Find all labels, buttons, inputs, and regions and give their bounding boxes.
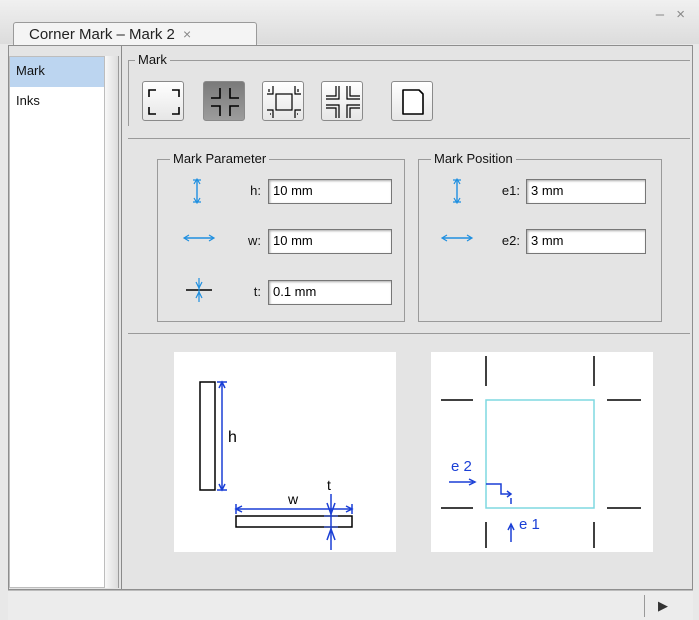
- corner-mark-grid-icon: [326, 86, 360, 118]
- page-shape-icon: [402, 89, 424, 115]
- corner-mark-simple-button[interactable]: [142, 81, 184, 121]
- h-diagram-label: h: [228, 429, 237, 446]
- t-input[interactable]: 0.1 mm: [268, 280, 392, 305]
- divider: [128, 333, 690, 334]
- corner-mark-simple-icon: [148, 89, 180, 115]
- h-label: h:: [250, 183, 261, 198]
- e1-diagram-label: e 1: [519, 516, 540, 533]
- mark-parameter-legend: Mark Parameter: [170, 151, 270, 166]
- sidebar-splitter[interactable]: [105, 56, 119, 588]
- sidebar-item-mark[interactable]: Mark: [10, 57, 104, 87]
- width-arrow-icon: [182, 234, 216, 242]
- h-input[interactable]: 10 mm: [268, 179, 392, 204]
- mark-position-diagram: e 2 e 1: [441, 356, 641, 548]
- e1-label: e1:: [501, 183, 520, 198]
- sidebar-item-label: Mark: [16, 63, 45, 78]
- e1-arrow-icon: [453, 177, 461, 205]
- tab-title: Corner Mark – Mark 2: [29, 26, 175, 43]
- corner-mark-double-button[interactable]: [262, 81, 304, 121]
- status-bar: ▶: [8, 590, 693, 620]
- main-area: Mark Mark Parameter h: 10 mm w: 10 mm t:…: [121, 46, 693, 589]
- tab-close-icon[interactable]: ×: [183, 26, 191, 42]
- sidebar-item-inks[interactable]: Inks: [10, 87, 104, 117]
- mark-parameter-preview: h w t: [174, 352, 396, 552]
- corner-mark-cross-icon: [211, 88, 239, 116]
- w-label: w:: [248, 233, 261, 248]
- w-input[interactable]: 10 mm: [268, 229, 392, 254]
- thickness-icon: [186, 278, 212, 302]
- corner-mark-cross-button[interactable]: [203, 81, 245, 121]
- tab-corner-mark[interactable]: Corner Mark – Mark 2 ×: [13, 22, 257, 46]
- status-divider: [644, 595, 645, 617]
- window-controls[interactable]: – ×: [656, 6, 689, 23]
- mark-position-preview: e 2 e 1: [431, 352, 653, 552]
- mark-position-legend: Mark Position: [431, 151, 516, 166]
- flyout-arrow-icon[interactable]: ▶: [658, 598, 668, 614]
- e2-arrow-icon: [440, 234, 474, 242]
- t-label: t:: [253, 284, 261, 299]
- corner-mark-grid-button[interactable]: [321, 81, 363, 121]
- e2-label: e2:: [501, 233, 520, 248]
- e2-diagram-label: e 2: [451, 458, 472, 475]
- sidebar-item-label: Inks: [16, 93, 40, 108]
- t-diagram-label: t: [327, 477, 331, 493]
- page-shape-button[interactable]: [391, 81, 433, 121]
- corner-mark-double-icon: [267, 86, 301, 118]
- w-diagram-label: w: [287, 491, 299, 507]
- panel: Mark Inks Mark Mark Parameter h: 10 mm w…: [8, 45, 693, 590]
- sidebar: Mark Inks: [9, 56, 105, 588]
- mark-parameter-diagram: h w t: [199, 380, 354, 550]
- divider: [128, 138, 690, 139]
- height-arrow-icon: [193, 177, 201, 205]
- e1-input[interactable]: 3 mm: [526, 179, 646, 204]
- mark-group-legend: Mark: [135, 52, 170, 67]
- e2-input[interactable]: 3 mm: [526, 229, 646, 254]
